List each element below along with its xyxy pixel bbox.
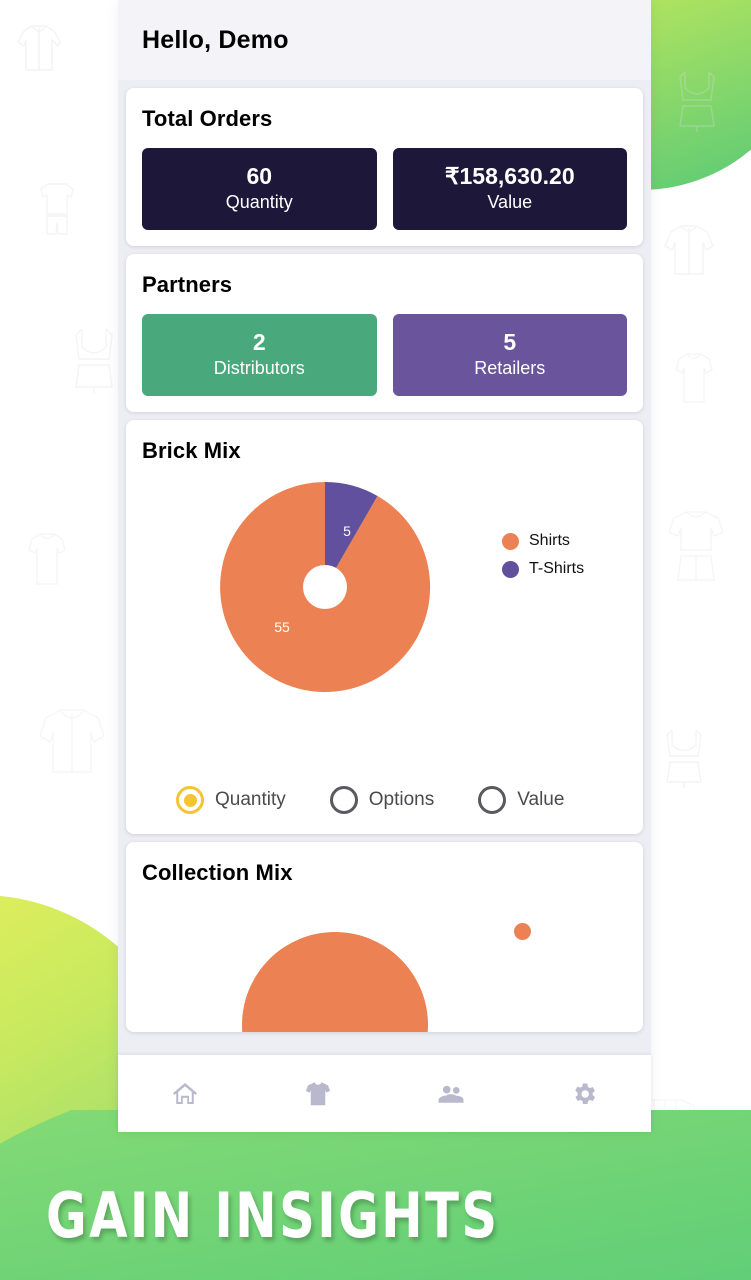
distributors-label: Distributors bbox=[213, 357, 305, 378]
value-label: Value bbox=[487, 191, 533, 212]
quantity-value: 60 bbox=[246, 163, 273, 189]
radio-icon-options[interactable] bbox=[329, 786, 358, 815]
donut-hole bbox=[303, 565, 347, 610]
jacket-icon bbox=[14, 22, 64, 74]
radio-option-quantity[interactable]: Quantity bbox=[176, 786, 286, 815]
distributors-count: 2 bbox=[252, 329, 266, 356]
radio-icon-quantity[interactable] bbox=[176, 786, 204, 815]
retailers-tile[interactable]: 5 Retailers bbox=[392, 314, 627, 397]
quantity-label: Quantity bbox=[225, 191, 293, 212]
t-shirt-icon bbox=[666, 508, 726, 586]
brick-mix-donut-chart[interactable]: 5 55 bbox=[218, 480, 432, 694]
home-icon bbox=[170, 1079, 200, 1109]
retailers-label: Retailers bbox=[474, 357, 546, 378]
legend-label-shirts: Shirts bbox=[529, 532, 570, 550]
tank-top-icon bbox=[68, 325, 120, 399]
legend-item-tshirts[interactable]: T-Shirts bbox=[502, 560, 584, 578]
banner-headline: GAIN INSIGHTS bbox=[46, 1179, 500, 1252]
total-orders-value-tile[interactable]: ₹158,630.20 Value bbox=[392, 148, 627, 231]
radio-icon-value[interactable] bbox=[478, 786, 507, 815]
radio-option-value[interactable]: Value bbox=[478, 786, 565, 815]
brick-mix-chart-area: 5 55 Shirts T-Shirts bbox=[142, 480, 627, 780]
nav-item-settings[interactable] bbox=[518, 1080, 651, 1108]
partners-title: Partners bbox=[142, 272, 233, 298]
total-orders-card: Total Orders 60 Quantity ₹158,630.20 Val… bbox=[126, 88, 643, 247]
retailers-count: 5 bbox=[503, 329, 517, 356]
pie-label-tshirts: 5 bbox=[343, 523, 351, 539]
nav-item-products[interactable] bbox=[251, 1079, 384, 1109]
nav-item-home[interactable] bbox=[118, 1079, 251, 1109]
greeting-title: Hello, Demo bbox=[142, 25, 289, 54]
legend-label-tshirts: T-Shirts bbox=[529, 560, 585, 578]
radio-label-quantity: Quantity bbox=[215, 789, 286, 811]
romper-icon bbox=[36, 180, 78, 238]
gear-icon bbox=[570, 1080, 598, 1108]
legend-dot-tshirts bbox=[502, 560, 519, 578]
legend-dot-shirts bbox=[502, 532, 519, 550]
people-icon bbox=[436, 1079, 466, 1109]
radio-label-value: Value bbox=[517, 789, 565, 811]
radio-label-options: Options bbox=[368, 789, 435, 811]
bottom-navigation-bar bbox=[118, 1055, 651, 1132]
shirt-icon bbox=[672, 350, 716, 406]
total-orders-tiles: 60 Quantity ₹158,630.20 Value bbox=[142, 148, 627, 231]
radio-option-options[interactable]: Options bbox=[329, 786, 435, 815]
phone-screen: Hello, Demo Total Orders 60 Quantity ₹15… bbox=[118, 0, 651, 1132]
collection-mix-card: Collection Mix bbox=[126, 842, 643, 1033]
total-orders-quantity-tile[interactable]: 60 Quantity bbox=[142, 148, 377, 231]
partners-tiles: 2 Distributors 5 Retailers bbox=[142, 314, 627, 397]
brick-mix-card: Brick Mix 5 55 Shirts T-Shirts Quantity … bbox=[126, 420, 643, 835]
hoodie-icon bbox=[36, 702, 108, 778]
pie-label-shirts: 55 bbox=[274, 619, 290, 635]
promo-banner: GAIN INSIGHTS bbox=[0, 1110, 751, 1280]
distributors-tile[interactable]: 2 Distributors bbox=[142, 314, 377, 397]
dashboard-scroll-area[interactable]: Total Orders 60 Quantity ₹158,630.20 Val… bbox=[118, 80, 651, 1132]
shirt-icon bbox=[26, 530, 68, 588]
collection-mix-pie-slice bbox=[242, 932, 428, 1033]
total-orders-title: Total Orders bbox=[142, 106, 273, 131]
tank-top-icon bbox=[672, 68, 722, 138]
nav-item-partners[interactable] bbox=[385, 1079, 518, 1109]
tank-top-icon bbox=[660, 726, 708, 794]
t-shirt-icon bbox=[303, 1079, 333, 1109]
brick-mix-metric-radio-group[interactable]: Quantity Options Value bbox=[142, 780, 627, 824]
app-header: Hello, Demo bbox=[118, 0, 651, 80]
brick-mix-title: Brick Mix bbox=[142, 438, 241, 464]
sweater-icon bbox=[662, 222, 716, 278]
collection-mix-chart-area[interactable] bbox=[142, 902, 627, 1033]
collection-mix-title: Collection Mix bbox=[142, 860, 293, 886]
collection-mix-legend-dot bbox=[514, 923, 531, 941]
partners-card: Partners 2 Distributors 5 Retailers bbox=[126, 254, 643, 413]
legend-item-shirts[interactable]: Shirts bbox=[502, 532, 584, 550]
value-amount: ₹158,630.20 bbox=[444, 163, 575, 189]
brick-mix-legend: Shirts T-Shirts bbox=[502, 532, 584, 588]
